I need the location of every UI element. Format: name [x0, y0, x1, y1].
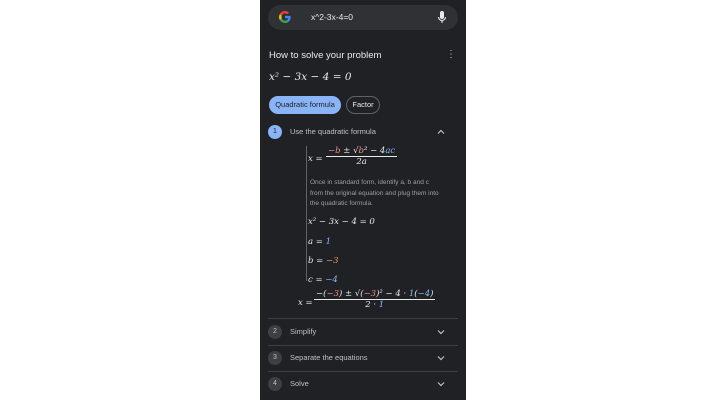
- more-vert-icon[interactable]: ⋮: [446, 48, 456, 62]
- formula-c: c: [390, 146, 396, 156]
- chip-quadratic-formula[interactable]: Quadratic formula: [269, 96, 341, 114]
- coefficient-c-value: −4: [325, 275, 338, 285]
- google-logo-icon: [279, 11, 291, 23]
- search-bar[interactable]: x^2-3x-4=0: [268, 5, 458, 30]
- coefficient-b-label: b =: [308, 256, 324, 266]
- sub-c: −4: [417, 289, 431, 299]
- sub-part-1: −(: [316, 289, 327, 299]
- chevron-down-icon[interactable]: [436, 379, 446, 389]
- sub-b: −3: [326, 289, 339, 299]
- substituted-formula: −(−3) ± √(−3)² − 4 · 1(−4) 2 · 1: [314, 289, 436, 310]
- step-2-number: 2: [268, 325, 282, 339]
- step-2-label: Simplify: [290, 327, 317, 336]
- step-4-header[interactable]: 4 Solve: [260, 372, 466, 396]
- step-4-label: Solve: [290, 379, 309, 388]
- coefficient-a: a = 1: [308, 237, 331, 247]
- mic-icon[interactable]: [437, 10, 447, 25]
- coefficient-a-label: a =: [308, 237, 323, 247]
- formula-lhs: x =: [308, 154, 323, 164]
- chevron-up-icon[interactable]: [436, 127, 446, 137]
- formula-pm: ±: [343, 146, 351, 156]
- sub-part-3: )² − 4 ·: [376, 289, 409, 299]
- step-1-content: x = −b ± √b² − 4ac 2a Once in standard f…: [298, 141, 458, 312]
- coefficient-a-value: 1: [325, 237, 332, 247]
- divider: [268, 318, 458, 319]
- step-3-label: Separate the equations: [290, 353, 368, 362]
- search-query[interactable]: x^2-3x-4=0: [311, 12, 353, 22]
- coefficient-c-label: c =: [308, 275, 323, 285]
- step-1-number: 1: [268, 125, 282, 139]
- formula-minus-4: − 4: [370, 146, 386, 156]
- sub-part-2: ) ± √(: [338, 289, 364, 299]
- quadratic-formula: −b ± √b² − 4ac 2a: [326, 146, 398, 167]
- step-1-equation: x² − 3x − 4 = 0: [308, 217, 375, 227]
- formula-b2: b: [358, 146, 364, 156]
- step-4-number: 4: [268, 377, 282, 391]
- coefficient-b-value: −3: [325, 256, 339, 266]
- step-3-header[interactable]: 3 Separate the equations: [260, 346, 466, 370]
- formula-denominator: 2a: [356, 157, 367, 167]
- step-2-header[interactable]: 2 Simplify: [260, 320, 466, 344]
- sub-den-a: 1: [378, 300, 385, 310]
- chevron-down-icon[interactable]: [436, 327, 446, 337]
- step-3-number: 3: [268, 351, 282, 365]
- sub-part-5: ): [430, 289, 434, 299]
- substituted-numerator: −(−3) ± √(−3)² − 4 · 1(−4): [314, 289, 436, 300]
- substituted-lhs: x =: [298, 298, 313, 308]
- phone-screen: x^2-3x-4=0 How to solve your problem ⋮ x…: [260, 0, 466, 400]
- coefficient-b: b = −3: [308, 256, 339, 266]
- sub-den-part: 2 ·: [365, 300, 379, 310]
- formula-numerator: −b ± √b² − 4ac: [326, 146, 398, 157]
- formula-neg-b: −b: [328, 146, 341, 156]
- step-1-description: Once in standard form, identify a, b and…: [310, 179, 439, 207]
- coefficient-c: c = −4: [308, 275, 338, 285]
- step-1-label: Use the quadratic formula: [290, 127, 376, 136]
- substituted-denominator: 2 · 1: [314, 300, 435, 310]
- problem-equation: x² − 3x − 4 = 0: [269, 71, 352, 83]
- page-title: How to solve your problem: [269, 50, 382, 61]
- chip-factor[interactable]: Factor: [346, 96, 380, 114]
- sub-b2: −3: [363, 289, 377, 299]
- chevron-down-icon[interactable]: [436, 353, 446, 363]
